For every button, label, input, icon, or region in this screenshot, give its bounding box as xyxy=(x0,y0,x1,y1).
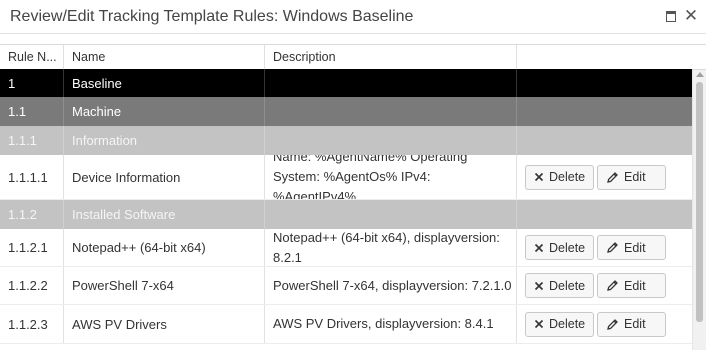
rule-number: 1.1.1 xyxy=(8,133,37,148)
rule-description: Name: %AgentName% Operating System: %Age… xyxy=(273,155,468,199)
rule-name: Information xyxy=(72,133,138,148)
column-header-actions xyxy=(517,45,706,69)
table-row[interactable]: 1.1.2.3 AWS PV Drivers AWS PV Drivers, dis… xyxy=(0,305,692,344)
delete-button[interactable]: Delete xyxy=(525,311,594,337)
description-cell xyxy=(265,69,517,97)
table-row[interactable]: 1.1.1.1 Device Information Name: %AgentNam… xyxy=(0,155,692,200)
rule-number-cell: 1.1.2.2 xyxy=(0,267,64,304)
edit-button[interactable]: Edit xyxy=(597,273,666,298)
rule-name: Machine xyxy=(72,104,122,119)
delete-button[interactable]: Delete xyxy=(525,164,594,190)
actions-cell xyxy=(517,69,692,97)
description-cell: Notepad++ (64-bit x64), displayversion: … xyxy=(265,229,517,266)
rule-name: PowerShell 7-x64 xyxy=(72,278,174,293)
group-row[interactable]: 1.1.2 Installed Software xyxy=(0,200,692,229)
name-cell: Machine xyxy=(64,97,265,126)
rule-number-cell: 1.1.2 xyxy=(0,200,64,229)
rule-name: AWS PV Drivers xyxy=(72,316,167,332)
close-icon xyxy=(534,281,544,291)
rule-number: 1.1.2 xyxy=(8,207,37,222)
rule-number: 1.1.2.1 xyxy=(8,240,48,255)
rule-number-cell: 1.1.2.3 xyxy=(0,305,64,343)
delete-label: Delete xyxy=(549,278,586,293)
delete-button[interactable]: Delete xyxy=(525,273,594,298)
rule-name: Baseline xyxy=(72,75,122,91)
actions-cell: Delete Edit xyxy=(517,305,692,343)
rule-description: AWS PV Drivers, displayversion: 8.4.1 xyxy=(273,316,494,331)
actions-cell: Delete Edit xyxy=(517,229,692,266)
rule-name: Installed Software xyxy=(72,207,176,222)
close-icon xyxy=(534,243,544,253)
rule-name: Notepad++ (64-bit x64) xyxy=(72,240,206,255)
table-row[interactable]: 1.1.2.1 Notepad++ (64-bit x64) Notepad++ (… xyxy=(0,229,692,267)
name-cell: PowerShell 7-x64 xyxy=(64,267,265,304)
name-cell: Notepad++ (64-bit x64) xyxy=(64,229,265,266)
edit-label: Edit xyxy=(624,317,646,331)
delete-button[interactable]: Delete xyxy=(525,235,594,260)
column-header-name[interactable]: Name xyxy=(64,45,265,69)
name-cell: Baseline xyxy=(64,69,265,97)
group-row[interactable]: 1.1.1 Information xyxy=(0,126,692,155)
pencil-icon xyxy=(606,318,619,331)
pencil-icon xyxy=(606,279,619,292)
actions-cell: Delete Edit xyxy=(517,267,692,304)
rule-description: PowerShell 7-x64, displayversion: 7.2.1.… xyxy=(273,277,512,293)
name-cell: Installed Software xyxy=(64,200,265,229)
delete-label: Delete xyxy=(549,317,586,331)
description-cell xyxy=(265,126,517,155)
name-cell: Information xyxy=(64,126,265,155)
edit-button[interactable]: Edit xyxy=(597,235,666,260)
close-icon xyxy=(534,172,544,182)
scroll-up-icon[interactable] xyxy=(696,72,704,77)
close-icon xyxy=(534,319,544,329)
window-title: Review/Edit Tracking Template Rules: Win… xyxy=(10,8,414,25)
delete-label: Delete xyxy=(549,240,586,255)
rules-grid: Rule N... Name Description 1 Baseline 1.1 M… xyxy=(0,44,706,350)
window-titlebar: Review/Edit Tracking Template Rules: Win… xyxy=(0,0,706,34)
description-cell: AWS PV Drivers, displayversion: 8.4.1 xyxy=(265,305,517,343)
description-cell xyxy=(265,200,517,229)
rule-number-cell: 1.1.1 xyxy=(0,126,64,155)
vertical-scrollbar[interactable] xyxy=(692,70,706,350)
description-cell xyxy=(265,97,517,126)
scrollbar-thumb[interactable] xyxy=(696,82,703,322)
actions-cell xyxy=(517,126,692,155)
rule-number: 1 xyxy=(8,75,16,91)
rule-number-cell: 1 xyxy=(0,69,64,97)
rule-name: Device Information xyxy=(72,169,181,185)
rule-number: 1.1 xyxy=(8,104,27,119)
group-row[interactable]: 1.1 Machine xyxy=(0,97,692,126)
close-icon[interactable]: ✕ xyxy=(682,7,700,25)
table-row[interactable]: 1.1.2.2 PowerShell 7-x64 PowerShell 7-x64,… xyxy=(0,267,692,305)
actions-cell xyxy=(517,200,692,229)
name-cell: Device Information xyxy=(64,155,265,199)
delete-label: Delete xyxy=(549,170,586,184)
description-cell: Name: %AgentName% Operating System: %Age… xyxy=(265,155,517,199)
rule-number: 1.1.1.1 xyxy=(8,169,48,185)
group-row[interactable]: 1 Baseline xyxy=(0,69,692,97)
rule-description: Notepad++ (64-bit x64), displayversion: … xyxy=(273,229,500,265)
edit-label: Edit xyxy=(624,170,646,184)
edit-button[interactable]: Edit xyxy=(597,164,666,190)
column-header-rule-number[interactable]: Rule N... xyxy=(0,45,64,69)
grid-header: Rule N... Name Description xyxy=(0,44,706,70)
actions-cell xyxy=(517,97,692,126)
rule-number: 1.1.2.2 xyxy=(8,278,48,293)
rule-number-cell: 1.1.1.1 xyxy=(0,155,64,199)
actions-cell: Delete Edit xyxy=(517,155,692,199)
maximize-icon[interactable] xyxy=(662,7,680,25)
name-cell: AWS PV Drivers xyxy=(64,305,265,343)
edit-label: Edit xyxy=(624,240,646,255)
edit-button[interactable]: Edit xyxy=(597,311,666,337)
rule-number-cell: 1.1 xyxy=(0,97,64,126)
rule-number: 1.1.2.3 xyxy=(8,316,48,332)
edit-label: Edit xyxy=(624,278,646,293)
column-header-description[interactable]: Description xyxy=(265,45,517,69)
pencil-icon xyxy=(606,241,619,254)
pencil-icon xyxy=(606,171,619,184)
description-cell: PowerShell 7-x64, displayversion: 7.2.1.… xyxy=(265,267,517,304)
rule-number-cell: 1.1.2.1 xyxy=(0,229,64,266)
